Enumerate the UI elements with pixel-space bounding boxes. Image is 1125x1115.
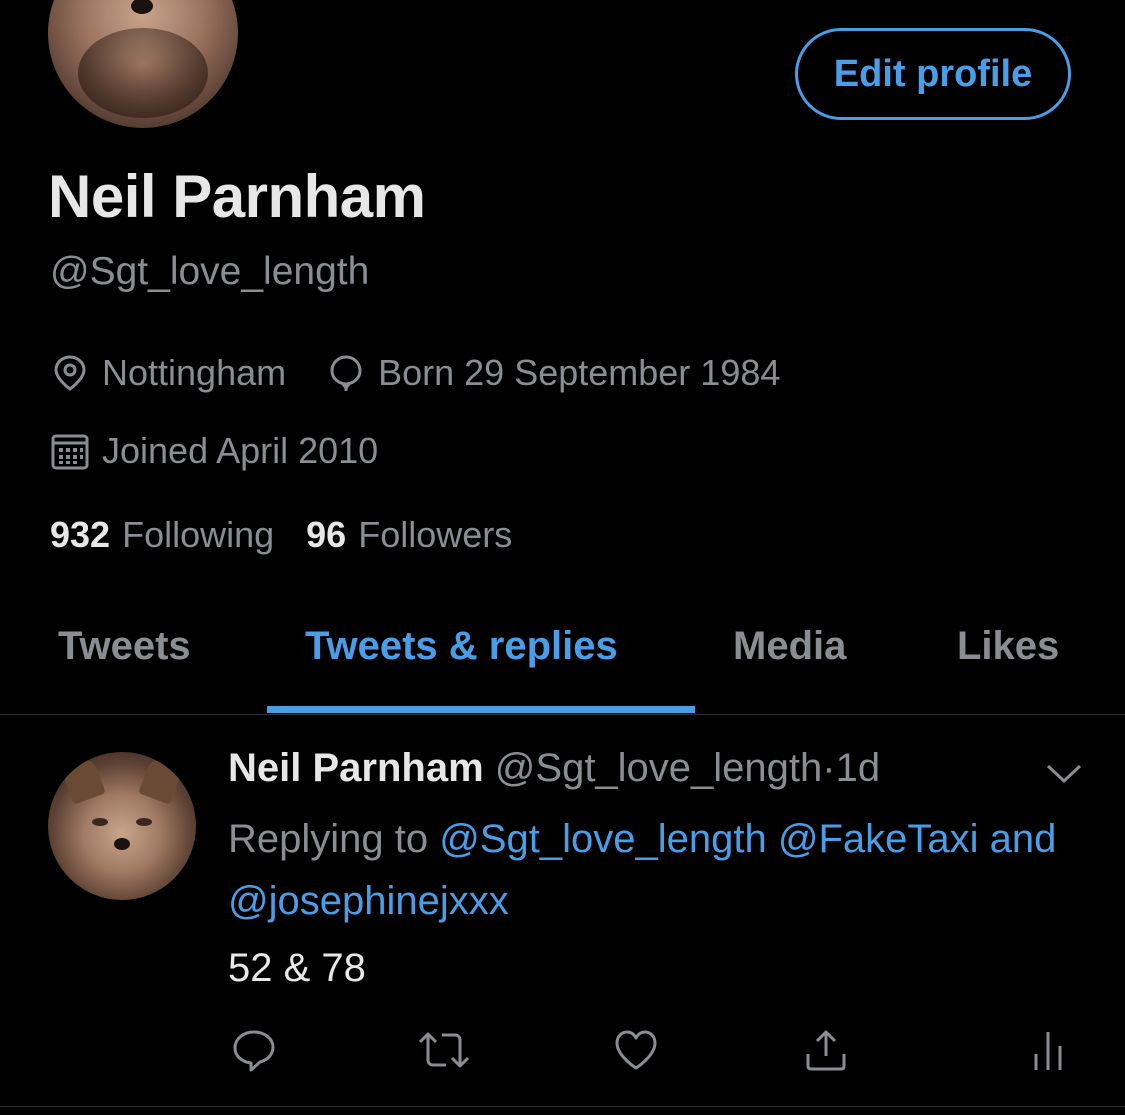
profile-stats: 932 Following 96 Followers — [50, 514, 544, 556]
tab-likes[interactable]: Likes — [957, 624, 1059, 669]
location-pin-icon — [54, 355, 86, 391]
avatar-filter-nose — [114, 838, 130, 850]
tweet-menu-button[interactable] — [1044, 762, 1084, 791]
mention-link[interactable]: @josephinejxxx — [228, 879, 509, 923]
profile-display-name: Neil Parnham — [48, 163, 426, 230]
location-text: Nottingham — [102, 352, 287, 393]
profile-page: Edit profile Neil Parnham @Sgt_love_leng… — [0, 0, 1125, 1115]
reply-button[interactable] — [230, 1026, 278, 1079]
followers-label: Followers — [358, 514, 513, 555]
avatar-filter-nose — [131, 0, 153, 14]
tweet-header: Neil Parnham @Sgt_love_length·1d — [228, 746, 880, 791]
analytics-icon — [1034, 1032, 1062, 1070]
tweet-actions — [0, 1026, 1125, 1086]
profile-handle: @Sgt_love_length — [50, 250, 370, 293]
edit-profile-button[interactable]: Edit profile — [795, 28, 1071, 120]
tab-tweets-and-replies[interactable]: Tweets & replies — [305, 624, 618, 669]
mention-link[interactable]: @FakeTaxi — [778, 817, 979, 861]
mention-and-word: and — [989, 817, 1057, 861]
tweet-author-handle[interactable]: @Sgt_love_length — [495, 746, 823, 790]
tweet-timestamp[interactable]: 1d — [836, 746, 881, 790]
bottom-divider — [0, 1106, 1125, 1107]
avatar-eye — [92, 818, 108, 826]
avatar-beard — [78, 28, 208, 118]
profile-location: Nottingham — [50, 352, 286, 394]
share-button[interactable] — [802, 1026, 850, 1079]
tweet-avatar[interactable] — [48, 752, 196, 900]
profile-meta-row: Nottingham Born 29 September 1984 — [50, 352, 820, 394]
following-label: Following — [122, 514, 275, 555]
like-button[interactable] — [612, 1026, 660, 1079]
calendar-icon — [51, 434, 89, 470]
profile-tabs: Tweets Tweets & replies Media Likes — [0, 600, 1125, 715]
balloon-icon — [330, 355, 362, 391]
profile-avatar[interactable] — [48, 0, 238, 128]
birthday-text: Born 29 September 1984 — [378, 352, 781, 393]
followers-count: 96 — [306, 514, 347, 555]
tweet-author-name[interactable]: Neil Parnham — [228, 746, 484, 790]
avatar-filter-ear — [138, 755, 184, 805]
following-count: 932 — [50, 514, 111, 555]
followers-link[interactable]: 96 Followers — [306, 514, 512, 556]
heart-icon — [615, 1030, 657, 1070]
tweet[interactable]: Neil Parnham @Sgt_love_length·1d Replyin… — [0, 716, 1125, 1106]
tweet-separator: · — [822, 746, 836, 790]
following-link[interactable]: 932 Following — [50, 514, 274, 556]
retweet-icon — [418, 1032, 470, 1068]
chevron-down-icon — [1046, 764, 1082, 784]
avatar-filter-ear — [60, 755, 106, 805]
tab-tweets[interactable]: Tweets — [58, 624, 191, 669]
tab-media[interactable]: Media — [733, 624, 846, 669]
avatar-eye — [136, 818, 152, 826]
active-tab-indicator — [267, 706, 695, 713]
analytics-button[interactable] — [1030, 1026, 1070, 1079]
profile-joined: Joined April 2010 — [50, 430, 378, 472]
mention-link[interactable]: @Sgt_love_length — [439, 817, 767, 861]
profile-meta-row: Joined April 2010 — [50, 430, 418, 472]
replying-prefix: Replying to — [228, 817, 429, 861]
replying-to-line: Replying to @Sgt_love_length @FakeTaxi a… — [228, 808, 1088, 932]
joined-text: Joined April 2010 — [102, 430, 379, 471]
tweet-text: 52 & 78 — [228, 946, 366, 990]
share-icon — [806, 1030, 846, 1071]
retweet-button[interactable] — [414, 1026, 474, 1079]
reply-bubble-icon — [233, 1030, 275, 1072]
profile-birthday: Born 29 September 1984 — [326, 352, 780, 394]
